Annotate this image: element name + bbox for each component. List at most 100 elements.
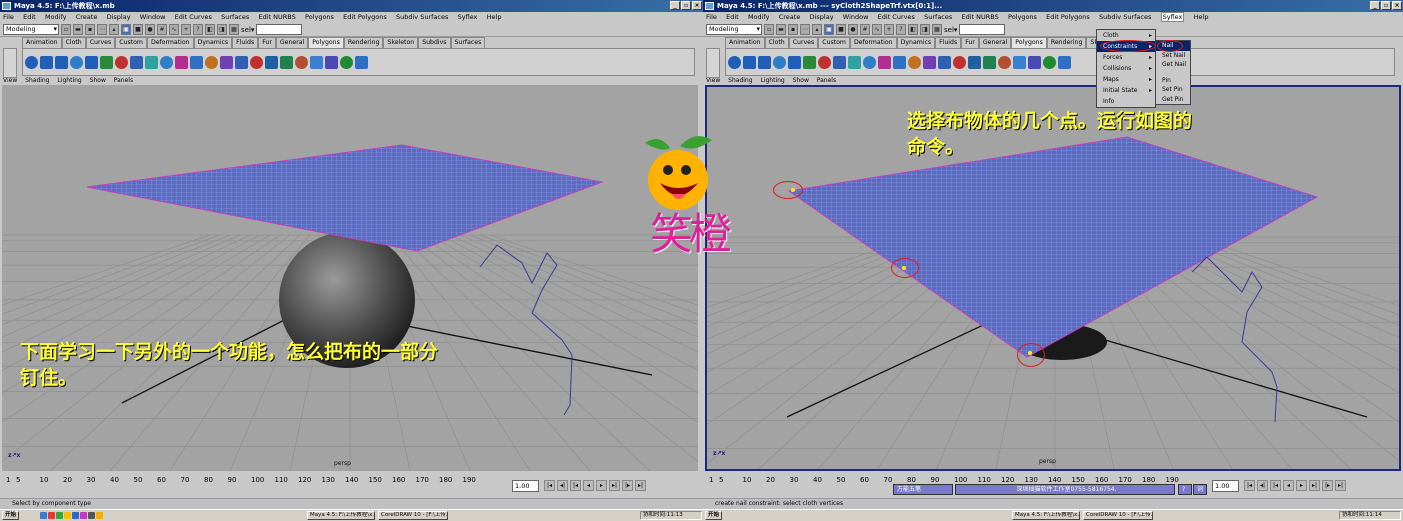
play-back-icon[interactable]: ◂: [1283, 480, 1294, 491]
maximize-icon[interactable]: ▫: [681, 1, 691, 10]
new-scene-icon[interactable]: ▫: [764, 24, 774, 35]
menu-modify[interactable]: Modify: [45, 13, 67, 21]
save-scene-icon[interactable]: ▪: [788, 24, 798, 35]
new-scene-icon[interactable]: ▫: [61, 24, 71, 35]
save-scene-icon[interactable]: ▪: [85, 24, 95, 35]
menu-subdiv-surfaces[interactable]: Subdiv Surfaces: [1099, 13, 1151, 21]
menu-display[interactable]: Display: [107, 13, 131, 21]
render-icon[interactable]: ◧: [205, 24, 215, 35]
sel-input[interactable]: [256, 24, 303, 35]
go-start-icon[interactable]: |◂: [544, 480, 555, 491]
menu-edit-curves[interactable]: Edit Curves: [175, 13, 212, 21]
tab-general[interactable]: General: [275, 37, 309, 48]
menu-surfaces[interactable]: Surfaces: [924, 13, 952, 21]
panel-menu-panels[interactable]: Panels: [817, 77, 836, 84]
panel-menu-lighting[interactable]: Lighting: [57, 77, 81, 84]
help-icon[interactable]: ?: [896, 24, 906, 35]
tab-curves[interactable]: Curves: [85, 37, 116, 48]
snap-point-icon[interactable]: +: [884, 24, 894, 35]
polygon-tool-icon[interactable]: [250, 55, 263, 69]
polygon-tool-icon[interactable]: [863, 55, 876, 69]
menu-file[interactable]: File: [3, 13, 14, 21]
tab-dynamics[interactable]: Dynamics: [193, 37, 233, 48]
polygon-tool-icon[interactable]: [818, 55, 831, 69]
menu-edit[interactable]: Edit: [23, 13, 36, 21]
menu-subdiv-surfaces[interactable]: Subdiv Surfaces: [396, 13, 448, 21]
edge-mask-icon[interactable]: ●: [848, 24, 858, 35]
mode-selector[interactable]: Modeling: [706, 24, 762, 35]
select-object-icon[interactable]: ▴: [812, 24, 822, 35]
ipr-render-icon[interactable]: ◨: [217, 24, 227, 35]
tab-skeleton[interactable]: Skeleton: [383, 37, 419, 48]
tab-animation[interactable]: Animation: [22, 37, 62, 48]
menu-edit[interactable]: Edit: [726, 13, 739, 21]
tab-deformation[interactable]: Deformation: [146, 37, 194, 48]
tab-animation[interactable]: Animation: [725, 37, 765, 48]
syflex-item-info[interactable]: Info: [1097, 96, 1155, 107]
point-mask-icon[interactable]: ■: [133, 24, 143, 35]
tab-rendering[interactable]: Rendering: [343, 37, 384, 48]
play-back-icon[interactable]: ◂: [583, 480, 594, 491]
menu-help[interactable]: Help: [487, 13, 502, 21]
quick-launch-icon[interactable]: [96, 512, 103, 519]
polygon-tool-icon[interactable]: [295, 55, 308, 69]
shelf-menu-button[interactable]: [3, 48, 17, 78]
polygon-tool-icon[interactable]: [265, 55, 278, 69]
menu-syflex[interactable]: Syflex: [458, 13, 478, 21]
ime-word-button[interactable]: 词: [1193, 484, 1207, 495]
polygon-tool-icon[interactable]: [953, 55, 966, 69]
quick-launch-icon[interactable]: [40, 512, 47, 519]
taskbar-maya-button[interactable]: Maya 4.5: F:\上传教程\x...: [307, 511, 375, 520]
polygon-tool-icon[interactable]: [773, 55, 786, 69]
polygon-tool-icon[interactable]: [878, 55, 891, 69]
step-forward-icon[interactable]: ▸|: [609, 480, 620, 491]
time-slider[interactable]: 1 5 10 20 30 40 50 60 70 80 90 100 110 120 130 140 150 16…: [0, 472, 703, 498]
menu-surfaces[interactable]: Surfaces: [221, 13, 249, 21]
polygon-tool-icon[interactable]: [788, 55, 801, 69]
select-component-icon[interactable]: ▣: [121, 24, 131, 35]
sel-input[interactable]: [959, 24, 1006, 35]
menu-edit-curves[interactable]: Edit Curves: [878, 13, 915, 21]
polygon-tool-icon[interactable]: [145, 55, 158, 69]
open-scene-icon[interactable]: ▬: [73, 24, 83, 35]
menu-display[interactable]: Display: [810, 13, 834, 21]
panel-menu-shading[interactable]: Shading: [728, 77, 752, 84]
panel-menu-view[interactable]: View: [3, 77, 17, 84]
polygon-tool-icon[interactable]: [130, 55, 143, 69]
panel-menu-show[interactable]: Show: [90, 77, 106, 84]
menu-create[interactable]: Create: [76, 13, 98, 21]
menu-edit-polygons[interactable]: Edit Polygons: [1046, 13, 1090, 21]
polygon-tool-icon[interactable]: [175, 55, 188, 69]
step-forward-key-icon[interactable]: |▸: [622, 480, 633, 491]
tab-curves[interactable]: Curves: [788, 37, 819, 48]
menu-file[interactable]: File: [706, 13, 717, 21]
go-end-icon[interactable]: ▸|: [1335, 480, 1346, 491]
step-forward-key-icon[interactable]: |▸: [1322, 480, 1333, 491]
polygon-tool-icon[interactable]: [758, 55, 771, 69]
quick-launch-icon[interactable]: [64, 512, 71, 519]
step-back-icon[interactable]: |◂: [570, 480, 581, 491]
perspective-viewport[interactable]: 下面学习一下另外的一个功能，怎么把布的一部分 钉住。 z↗x persp: [2, 85, 698, 471]
tab-cloth[interactable]: Cloth: [764, 37, 789, 48]
polygon-tool-icon[interactable]: [355, 55, 368, 69]
polygon-tool-icon[interactable]: [55, 55, 68, 69]
polygon-tool-icon[interactable]: [100, 55, 113, 69]
select-hierarchy-icon[interactable]: ⋯: [800, 24, 810, 35]
syflex-item-forces[interactable]: Forces ▸: [1097, 52, 1155, 63]
constraint-item-set-pin[interactable]: Set Pin: [1156, 85, 1190, 95]
minimize-icon[interactable]: _: [1370, 1, 1380, 10]
snap-curve-icon[interactable]: ∿: [169, 24, 179, 35]
tab-deformation[interactable]: Deformation: [849, 37, 897, 48]
polygon-tool-icon[interactable]: [205, 55, 218, 69]
close-icon[interactable]: ×: [1392, 1, 1402, 10]
play-forward-icon[interactable]: ▸: [596, 480, 607, 491]
go-start-icon[interactable]: |◂: [1244, 480, 1255, 491]
panel-menu-panels[interactable]: Panels: [114, 77, 133, 84]
ime-bar[interactable]: 万能五笔: [893, 484, 953, 495]
mode-selector[interactable]: Modeling: [3, 24, 59, 35]
minimize-icon[interactable]: _: [670, 1, 680, 10]
syflex-item-collisions[interactable]: Collisions ▸: [1097, 63, 1155, 74]
polygon-tool-icon[interactable]: [1058, 55, 1071, 69]
polygon-tool-icon[interactable]: [743, 55, 756, 69]
panel-menu-lighting[interactable]: Lighting: [760, 77, 784, 84]
